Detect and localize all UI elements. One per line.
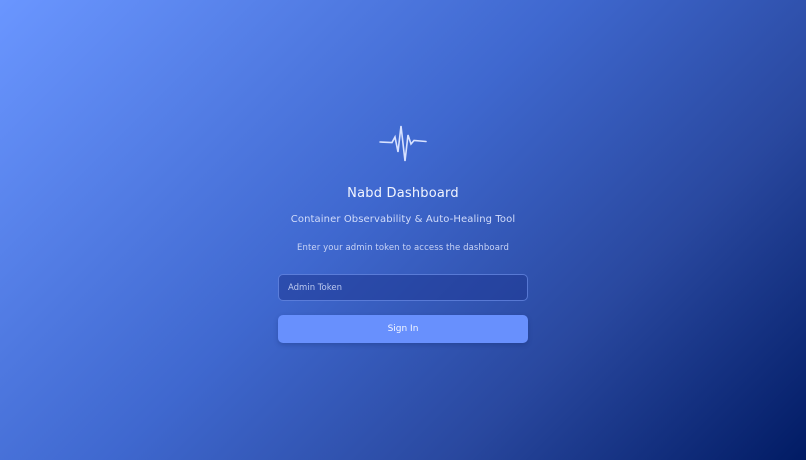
login-instruction: Enter your admin token to access the das…: [297, 243, 509, 253]
login-panel: Nabd Dashboard Container Observability &…: [0, 0, 806, 460]
sign-in-button[interactable]: Sign In: [278, 315, 528, 343]
heartbeat-pulse-icon: [378, 123, 428, 163]
app-subtitle: Container Observability & Auto-Healing T…: [290, 214, 516, 225]
admin-token-input[interactable]: [278, 274, 528, 301]
app-title: Nabd Dashboard: [347, 186, 459, 201]
